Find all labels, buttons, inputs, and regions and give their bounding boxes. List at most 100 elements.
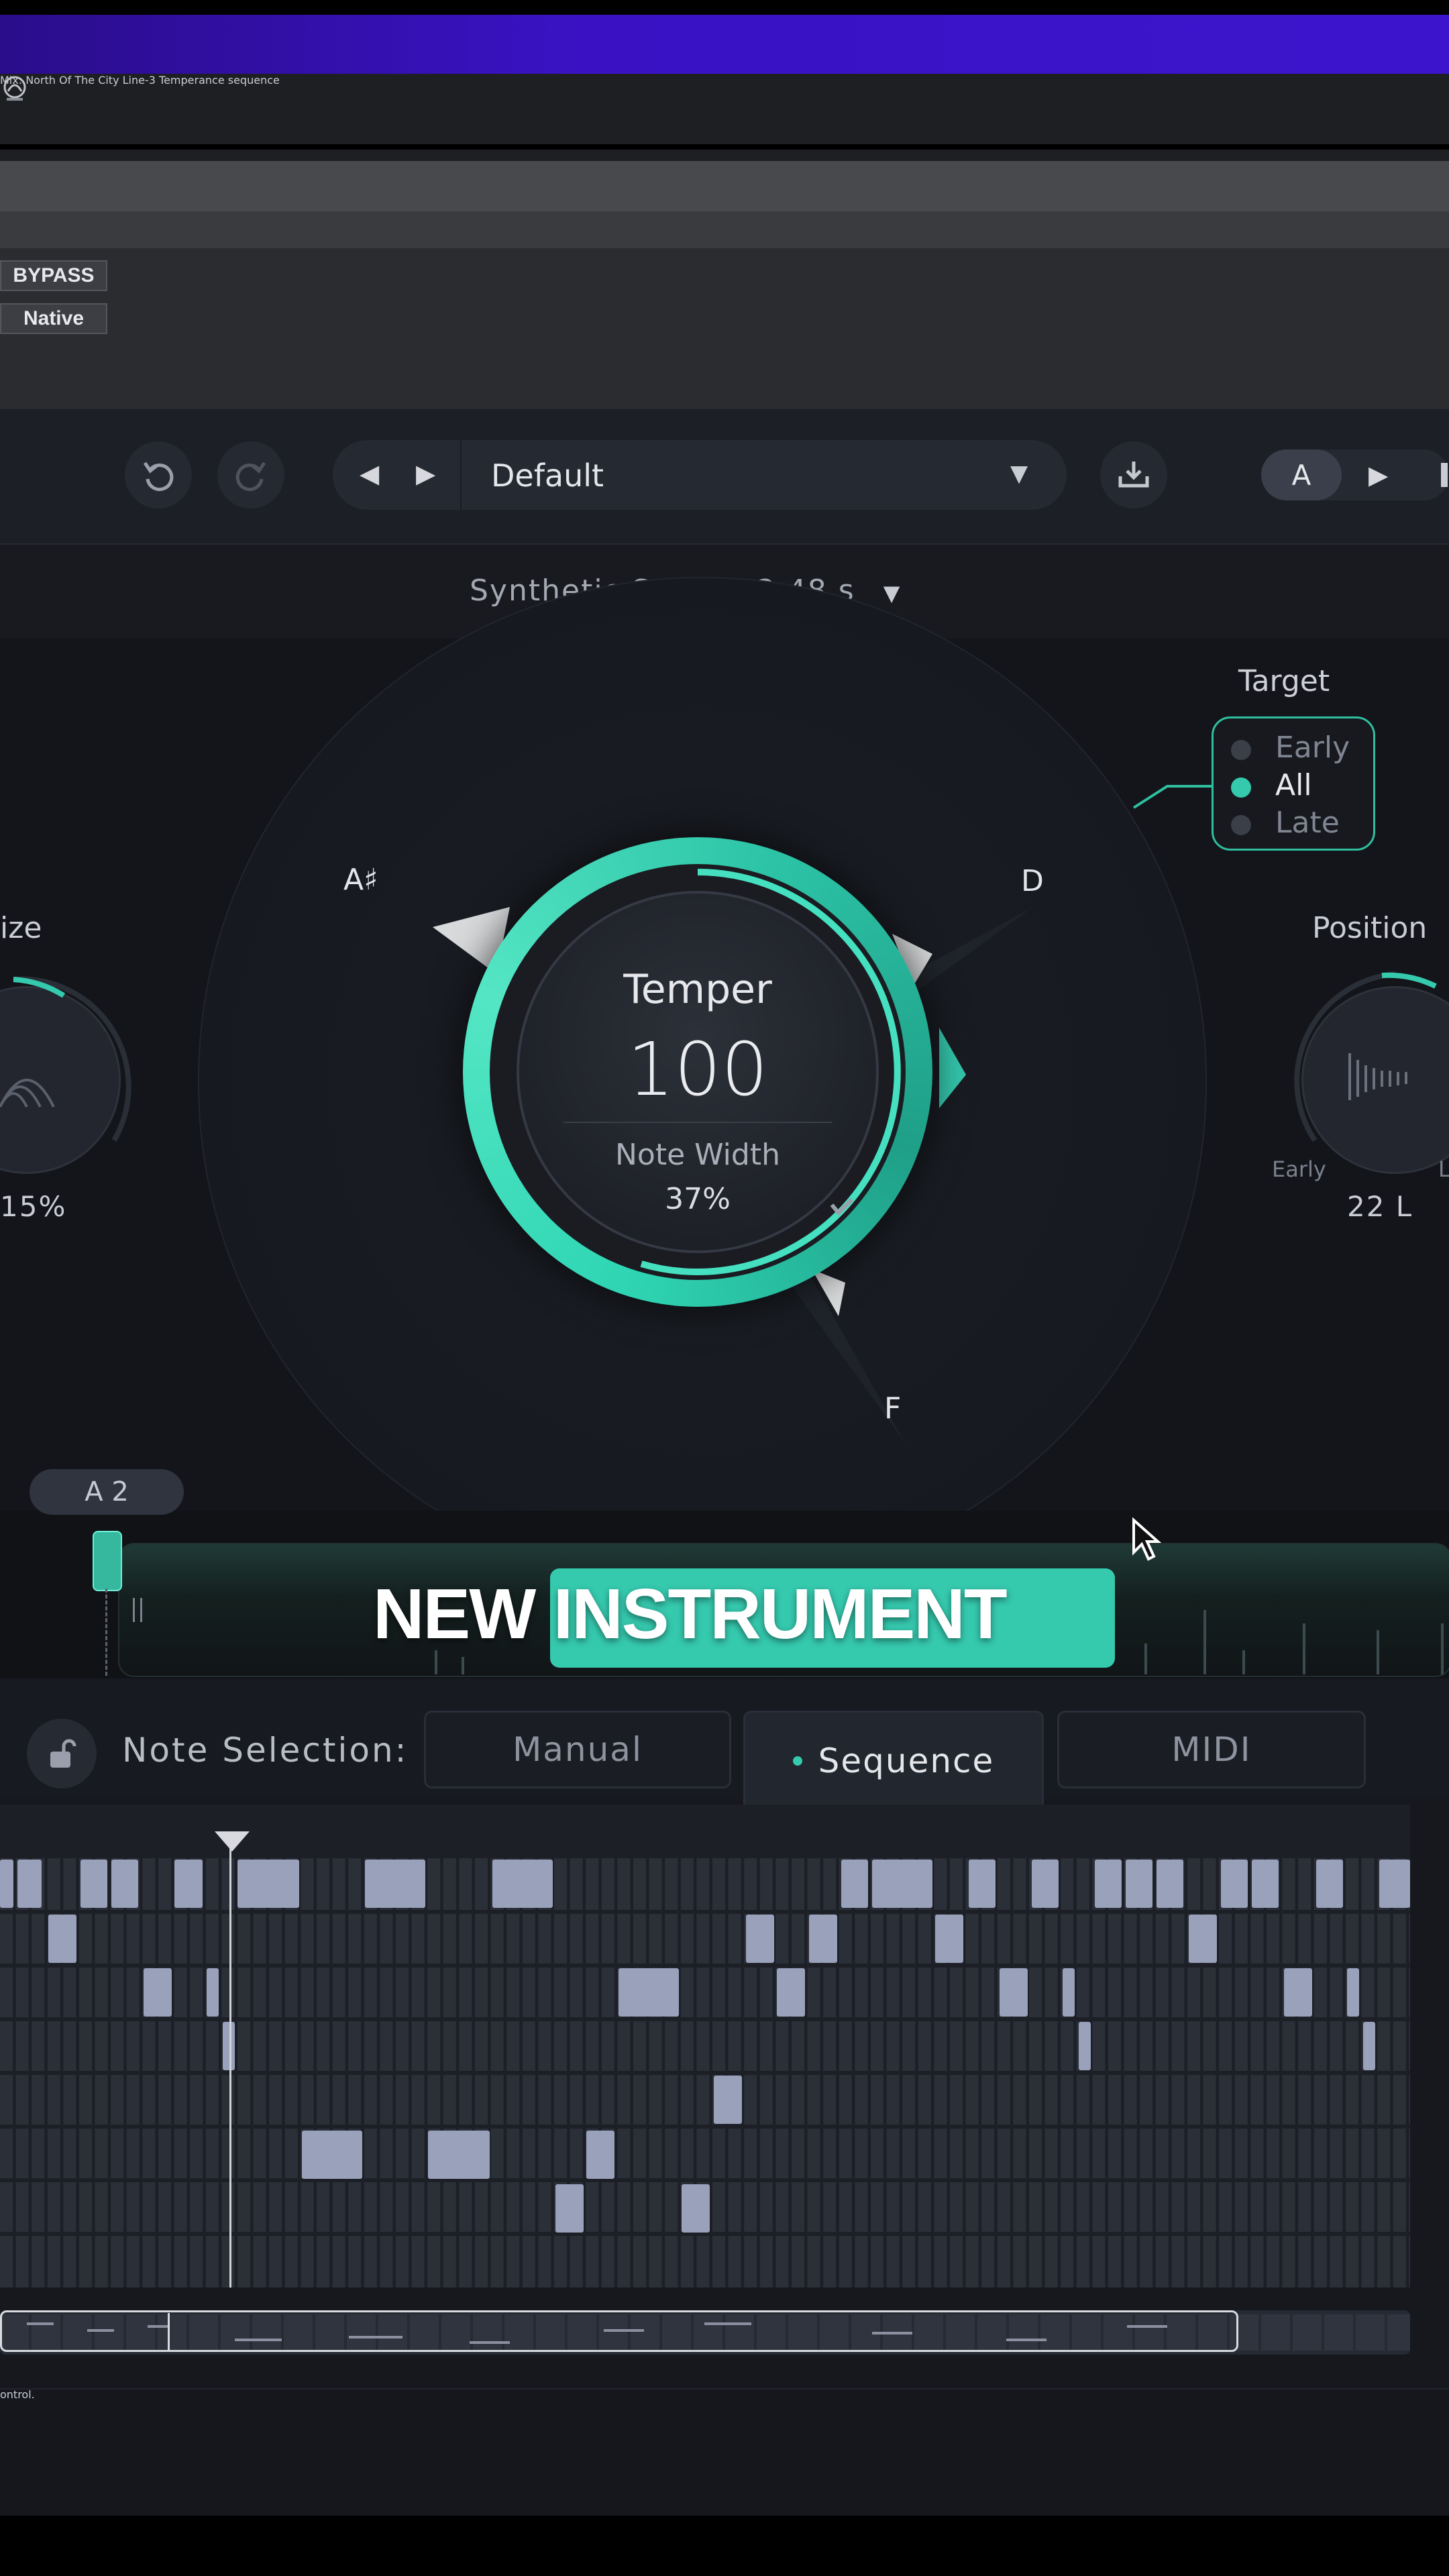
sequence-step[interactable] [1379, 1860, 1410, 1908]
sequence-step[interactable] [80, 1860, 107, 1908]
tab-sequence[interactable]: Sequence [743, 1711, 1044, 1809]
preset-selector[interactable]: ◀ ▶ Default ▼ [333, 440, 1067, 510]
sequence-step[interactable] [1363, 2022, 1375, 2070]
host-toolbar-secondary [0, 211, 1449, 248]
sequence-step[interactable] [1189, 1915, 1217, 1963]
ab-b-edge [1441, 463, 1448, 487]
prev-preset-icon[interactable]: ◀ [360, 459, 379, 488]
note-width-label: Note Width [615, 1138, 780, 1172]
tab-manual[interactable]: Manual [424, 1711, 731, 1788]
tab-midi[interactable]: MIDI [1057, 1711, 1366, 1788]
sequence-step[interactable] [0, 1860, 13, 1908]
sequence-step[interactable] [144, 1968, 172, 2017]
bypass-button[interactable]: BYPASS [0, 260, 107, 291]
position-knob-label: Position [1312, 911, 1428, 945]
save-preset-button[interactable] [1100, 441, 1167, 508]
host-toolbar [0, 161, 1449, 211]
target-late-label[interactable]: Late [1275, 806, 1340, 840]
chevron-down-icon[interactable]: ▼ [1010, 460, 1028, 487]
sequence-step[interactable] [809, 1915, 837, 1963]
note-label-f[interactable]: F [884, 1391, 901, 1426]
native-button[interactable]: Native [0, 303, 107, 334]
tab-sequence-label: Sequence [818, 1741, 995, 1780]
target-selector: Early All Late [1212, 716, 1375, 851]
window-title: Mix: North Of The City Line-3 Temperance… [0, 74, 280, 87]
target-all-label[interactable]: All [1275, 768, 1312, 802]
unlock-icon [50, 1739, 76, 1768]
ab-a-button[interactable]: A [1261, 449, 1342, 500]
sequence-step[interactable] [1126, 1860, 1152, 1908]
target-late-radio[interactable] [1231, 815, 1251, 835]
sequence-step[interactable] [365, 1860, 425, 1908]
sequence-step[interactable] [872, 1860, 932, 1908]
sequence-step[interactable] [1347, 1968, 1359, 2017]
note-label-a-sharp[interactable]: A♯ [343, 863, 378, 897]
pause-icon[interactable] [133, 1598, 142, 1622]
size-knob-arc [0, 976, 131, 1142]
next-preset-icon[interactable]: ▶ [416, 459, 435, 488]
sequence-step[interactable] [1157, 1860, 1183, 1908]
ab-copy-arrow-icon[interactable]: ▶ [1368, 460, 1388, 490]
target-early-label[interactable]: Early [1275, 731, 1350, 765]
temper-label: Temper [623, 966, 772, 1013]
sequence-step[interactable] [619, 1968, 679, 2017]
sequence-step[interactable] [48, 1915, 76, 1963]
undo-button[interactable] [125, 441, 192, 508]
knob-divider [564, 1122, 832, 1123]
sequence-step[interactable] [111, 1860, 138, 1908]
sequence-step[interactable] [1079, 2022, 1091, 2070]
sequence-step[interactable] [1316, 1860, 1343, 1908]
note-selection-label: Note Selection: [122, 1731, 409, 1770]
sequence-step[interactable] [1221, 1860, 1248, 1908]
sequence-step[interactable] [1032, 1860, 1059, 1908]
top-black-bar [0, 0, 1449, 15]
sequence-step[interactable] [777, 1968, 805, 2017]
sequence-step[interactable] [586, 2131, 614, 2179]
sequence-step[interactable] [714, 2076, 742, 2124]
hint-footer [0, 2388, 1449, 2517]
size-knob-label: ize [0, 911, 42, 945]
sequence-step[interactable] [1284, 1968, 1312, 2017]
position-range-start: Early [1272, 1157, 1326, 1182]
position-knob-value: 22 L [1347, 1190, 1413, 1223]
redo-button[interactable] [217, 441, 284, 508]
lock-button[interactable] [27, 1719, 97, 1788]
sequence-step[interactable] [935, 1915, 963, 1963]
sequence-step[interactable] [237, 1860, 299, 1908]
sequence-overview[interactable] [0, 2310, 1410, 2355]
target-all-radio[interactable] [1231, 777, 1251, 798]
note-width-value[interactable]: 37% [463, 1182, 932, 1216]
host-panel [0, 248, 1449, 409]
sequence-step[interactable] [1095, 1860, 1122, 1908]
sequence-step[interactable] [492, 1860, 553, 1908]
sequence-step[interactable] [746, 1915, 774, 1963]
overview-visible-range[interactable] [0, 2310, 1238, 2352]
sequence-step[interactable] [302, 2131, 362, 2179]
target-early-radio[interactable] [1231, 740, 1251, 760]
sequence-step[interactable] [17, 1860, 42, 1908]
note-strip-playhead-handle[interactable] [93, 1531, 122, 1591]
size-knob-value: 15% [0, 1190, 67, 1223]
sequence-step[interactable] [174, 1860, 203, 1908]
playhead-marker-icon[interactable] [215, 1831, 250, 1851]
note-strip-playhead-line [105, 1589, 107, 1676]
sequence-step[interactable] [682, 2184, 710, 2233]
ab-compare: A ▶ [1261, 449, 1449, 500]
caption-text: NEW INSTRUMENT [373, 1574, 1008, 1654]
sequence-step[interactable] [223, 2022, 235, 2070]
sequence-step[interactable] [555, 2184, 584, 2233]
divider [0, 144, 1449, 150]
sequence-grid[interactable] [0, 1805, 1410, 2288]
sequence-step[interactable] [207, 1968, 219, 2017]
download-icon [1118, 462, 1149, 488]
position-range-end: L [1438, 1157, 1449, 1182]
sequence-step[interactable] [1252, 1860, 1279, 1908]
sequence-step[interactable] [1000, 1968, 1028, 2017]
sequence-step[interactable] [1063, 1968, 1075, 2017]
target-label: Target [1238, 664, 1330, 698]
note-label-d[interactable]: D [1021, 864, 1044, 898]
current-note-badge: A 2 [30, 1469, 184, 1515]
sequence-step[interactable] [428, 2131, 490, 2179]
sequence-step[interactable] [841, 1860, 868, 1908]
sequence-step[interactable] [969, 1860, 996, 1908]
